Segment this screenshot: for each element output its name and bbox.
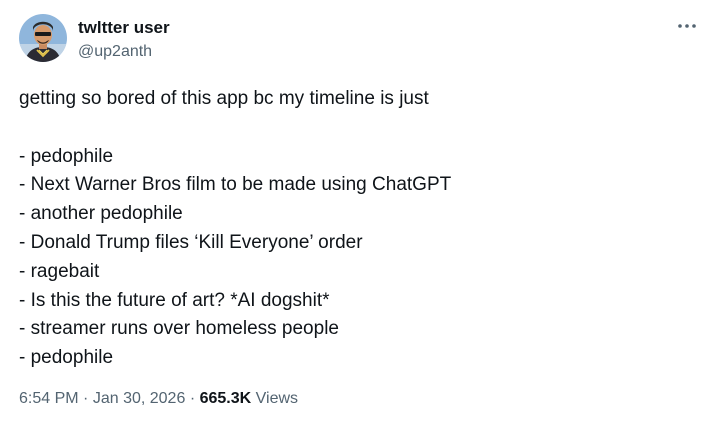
list-item: - Is this the future of art? *AI dogshit… <box>19 289 330 311</box>
tweet-date[interactable]: Jan 30, 2026 <box>93 390 186 407</box>
tweet-text: getting so bored of this app bc my timel… <box>19 85 699 373</box>
list-item: - another pedophile <box>19 203 183 225</box>
list-item: - Next Warner Bros film to be made using… <box>19 174 452 196</box>
avatar[interactable] <box>19 14 67 62</box>
views-label: Views <box>255 390 299 407</box>
cartoon-avatar-icon <box>19 14 67 62</box>
list-item: - ragebait <box>19 260 100 282</box>
meta-separator: · <box>189 390 196 407</box>
tweet-meta: 6:54 PM · Jan 30, 2026 · 665.3K Views <box>19 387 298 411</box>
display-name[interactable]: twltter user <box>78 17 170 39</box>
list-item: - pedophile <box>19 347 114 369</box>
list-item: - streamer runs over homeless people <box>19 318 339 340</box>
more-horizontal-icon <box>678 24 696 28</box>
tweet-intro-line: getting so bored of this app bc my timel… <box>19 88 429 109</box>
tweet-card: twltter user @up2anth getting so bored o… <box>0 0 717 423</box>
user-handle[interactable]: @up2anth <box>78 41 152 63</box>
views-count: 665.3K <box>199 390 252 407</box>
list-item: - pedophile <box>19 145 114 167</box>
list-item: - Donald Trump files ‘Kill Everyone’ ord… <box>19 231 363 253</box>
tweet-time[interactable]: 6:54 PM <box>19 390 79 407</box>
meta-separator: · <box>83 390 89 407</box>
more-options-button[interactable] <box>672 14 702 38</box>
